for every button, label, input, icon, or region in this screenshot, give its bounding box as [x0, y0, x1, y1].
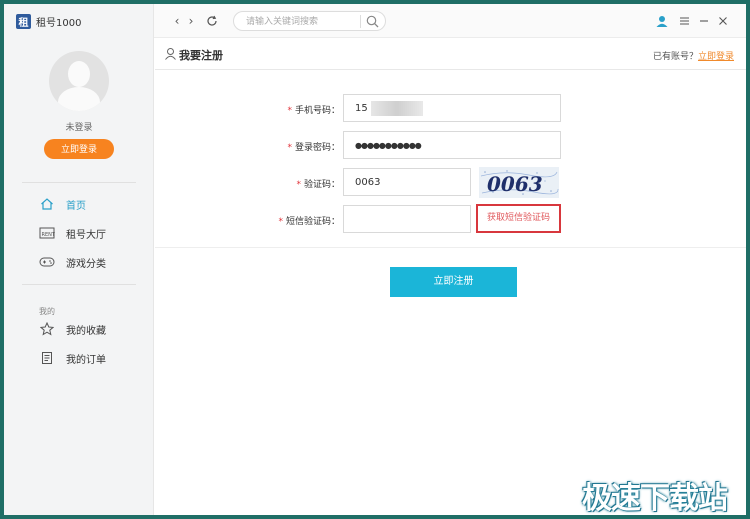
close-icon: [719, 17, 727, 25]
brand: 租 租号1000: [16, 13, 81, 29]
app-logo-icon: 租: [16, 13, 31, 29]
sidebar-item-game-category[interactable]: 游戏分类: [39, 253, 106, 271]
svg-text:RENT: RENT: [42, 232, 56, 238]
phone-redaction-mask: [371, 101, 423, 116]
register-submit-button[interactable]: 立即注册: [390, 267, 517, 297]
sidebar: 租 租号1000 未登录 立即登录 首页 RENT 租号大厅 游戏分类 我的 我…: [4, 4, 154, 515]
login-status: 未登录: [65, 123, 93, 133]
sidebar-login-button[interactable]: 立即登录: [44, 139, 114, 159]
search-input[interactable]: [246, 15, 356, 28]
star-icon: [39, 321, 55, 337]
search-separator: [360, 15, 361, 28]
user-outline-icon: [164, 47, 177, 60]
password-label: * 登录密码：: [255, 140, 340, 153]
captcha-label-text: 验证码：: [303, 180, 340, 190]
sms-code-label-text: 短信验证码：: [285, 217, 340, 227]
has-account-text: 已有账号？: [652, 52, 698, 62]
required-mark: *: [287, 106, 292, 116]
refresh-button[interactable]: [206, 14, 218, 28]
avatar-shoulders-shape: [58, 87, 100, 111]
back-button[interactable]: ‹: [171, 14, 183, 28]
watermark-logo: 极速下载站: [582, 481, 728, 515]
captcha-image-text: 0063: [487, 172, 543, 196]
app-name: 租号1000: [36, 17, 82, 29]
minimize-button[interactable]: [697, 14, 711, 28]
sidebar-item-orders[interactable]: 我的订单: [39, 349, 106, 367]
section-label-mine: 我的: [39, 307, 55, 316]
password-field: [343, 131, 561, 159]
sidebar-item-home[interactable]: 首页: [39, 195, 86, 213]
home-icon: [39, 196, 55, 212]
avatar-head-shape: [68, 61, 90, 87]
form-divider: [155, 247, 746, 248]
required-mark: *: [296, 180, 301, 190]
required-mark: *: [287, 143, 292, 153]
get-sms-code-button[interactable]: 获取短信验证码: [476, 204, 561, 233]
sidebar-item-label: 租号大厅: [66, 229, 106, 241]
sidebar-item-favorites[interactable]: 我的收藏: [39, 320, 106, 338]
header-login-link[interactable]: 立即登录: [698, 52, 734, 62]
phone-label-text: 手机号码：: [294, 106, 340, 116]
sidebar-item-label: 我的订单: [66, 354, 106, 366]
menu-button[interactable]: [677, 14, 691, 28]
sidebar-item-label: 首页: [66, 200, 86, 212]
phone-label: * 手机号码：: [255, 103, 340, 116]
sms-code-field: [343, 205, 471, 233]
top-bar: ‹ ›: [154, 4, 746, 38]
search-box: [233, 11, 386, 31]
rent-icon: RENT: [39, 225, 55, 241]
password-label-text: 登录密码：: [294, 143, 340, 153]
sms-code-input[interactable]: [344, 206, 470, 232]
order-icon: [39, 350, 55, 366]
captcha-image[interactable]: 0063: [479, 167, 559, 198]
phone-field: [343, 94, 561, 122]
page-header: 我要注册 已有账号？立即登录: [155, 38, 746, 70]
has-account-prompt: 已有账号？立即登录: [653, 49, 734, 62]
page-title: 我要注册: [179, 49, 223, 62]
required-mark: *: [278, 217, 283, 227]
sidebar-item-rent-hall[interactable]: RENT 租号大厅: [39, 224, 106, 242]
captcha-input[interactable]: [344, 169, 470, 195]
search-icon[interactable]: [365, 14, 380, 29]
sidebar-divider: [22, 182, 136, 183]
sidebar-item-label: 游戏分类: [66, 258, 106, 270]
sms-code-label: * 短信验证码：: [255, 214, 340, 227]
sidebar-divider: [22, 284, 136, 285]
refresh-icon: [207, 15, 217, 26]
forward-button[interactable]: ›: [185, 14, 197, 28]
password-input[interactable]: [344, 132, 560, 158]
avatar[interactable]: [49, 51, 109, 111]
minimize-icon: [700, 20, 708, 22]
captcha-field: [343, 168, 471, 196]
sidebar-item-label: 我的收藏: [66, 325, 106, 337]
captcha-label: * 验证码：: [255, 177, 340, 190]
user-account-button[interactable]: [655, 14, 669, 28]
menu-icon: [679, 17, 689, 25]
main-content: 我要注册 已有账号？立即登录 *手机号码： *登录密码： *验证码：: [155, 38, 746, 515]
close-button[interactable]: [716, 14, 730, 28]
user-account-icon: [656, 16, 668, 27]
app-window: 租 租号1000 未登录 立即登录 首页 RENT 租号大厅 游戏分类 我的 我…: [4, 4, 746, 515]
gamepad-icon: [39, 254, 55, 270]
